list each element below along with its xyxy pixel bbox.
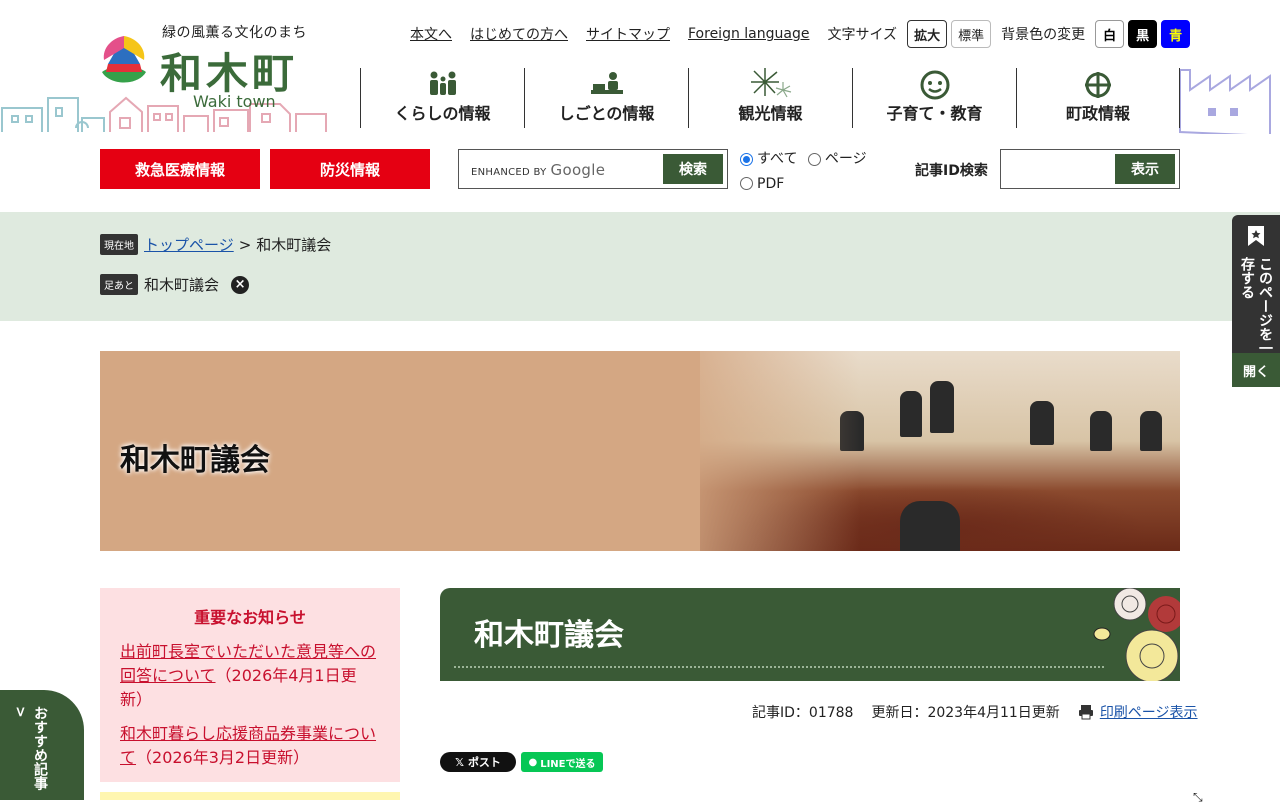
line-share-button[interactable]: ● LINEで送る — [521, 752, 603, 772]
font-enlarge-button[interactable]: 拡大 — [907, 20, 948, 48]
recommended-articles-tab[interactable]: おすすめ記事 > — [0, 690, 84, 800]
site-header: 緑の風薫る文化のまち 和木町 Waki town 本文へ はじめての方へ サイト… — [0, 0, 1280, 140]
nav-government[interactable]: 町政情報 — [1016, 68, 1180, 128]
work-desk-icon — [590, 72, 623, 94]
enhanced-by-label: ENHANCED BY — [471, 167, 547, 178]
notice-date: （2026年3月2日更新） — [136, 748, 310, 767]
font-size-label: 文字サイズ — [827, 27, 898, 43]
current-location-tag: 現在地 — [100, 234, 138, 255]
scope-page-label: ページ — [824, 151, 867, 167]
search-button[interactable]: 検索 — [663, 154, 723, 184]
nav-living-label: くらしの情報 — [394, 104, 491, 123]
nav-work[interactable]: しごとの情報 — [524, 68, 688, 128]
emergency-medical-button[interactable]: 救急医療情報 — [100, 149, 260, 189]
font-standard-button[interactable]: 標準 — [951, 20, 992, 48]
bg-color-label: 背景色の変更 — [1001, 27, 1086, 43]
bg-blue-button[interactable]: 青 — [1161, 20, 1191, 48]
open-button[interactable]: 開く — [1232, 353, 1280, 387]
skip-to-content-link[interactable]: 本文へ — [410, 24, 452, 44]
family-icon — [429, 71, 456, 95]
close-icon[interactable]: × — [231, 275, 250, 294]
utility-bar: 本文へ はじめての方へ サイトマップ Foreign language 文字サイ… — [410, 20, 1194, 48]
nav-government-label: 町政情報 — [1065, 104, 1130, 123]
updated-date: 更新日：2023年4月11日更新 — [871, 705, 1060, 721]
first-visit-link[interactable]: はじめての方へ — [470, 24, 568, 44]
logo-tagline: 緑の風薫る文化のまち — [162, 25, 307, 41]
nav-childcare[interactable]: 子育て・教育 — [852, 68, 1016, 128]
scope-all-radio[interactable]: すべて — [740, 148, 797, 170]
site-logo[interactable]: 緑の風薫る文化のまち 和木町 Waki town — [98, 20, 328, 120]
scope-all-label: すべて — [757, 151, 798, 167]
bookmark-icon — [1248, 226, 1264, 246]
x-post-button[interactable]: 𝕏 ポスト — [440, 752, 516, 772]
radio-checked-icon — [740, 152, 753, 166]
article-title: 和木町議会 — [474, 618, 624, 653]
notice-item: 出前町長室でいただいた意見等への回答について（2026年4月1日更新） — [120, 640, 380, 712]
child-face-icon — [920, 70, 949, 100]
bg-white-button[interactable]: 白 — [1095, 20, 1125, 48]
radio-icon — [807, 152, 821, 166]
radio-icon — [740, 177, 753, 190]
townscape-illustration-right — [1179, 69, 1271, 134]
notice-title: 重要なお知らせ — [194, 608, 306, 627]
flower-decoration-icon — [1093, 588, 1180, 681]
article-id: 記事ID：01788 — [752, 705, 854, 721]
nav-childcare-label: 子育て・教育 — [886, 104, 983, 123]
nav-tourism[interactable]: 観光情報 — [688, 68, 852, 128]
breadcrumb-home-link[interactable]: トップページ — [144, 234, 234, 255]
bg-black-button[interactable]: 黒 — [1128, 20, 1158, 48]
fireworks-icon — [750, 68, 791, 98]
google-label: Google — [550, 161, 606, 179]
foreign-language-link[interactable]: Foreign language — [688, 26, 809, 42]
scope-pdf-label: PDF — [757, 175, 785, 192]
breadcrumb: 現在地 トップページ > 和木町議会 — [100, 234, 331, 255]
nav-work-label: しごとの情報 — [558, 104, 655, 123]
disaster-info-button[interactable]: 防災情報 — [270, 149, 430, 189]
notice-item: 和木町暮らし応援商品券事業について（2026年3月2日更新） — [120, 722, 380, 770]
site-search: ENHANCED BY Google 検索 — [458, 149, 728, 189]
article-meta: 記事ID：01788 更新日：2023年4月11日更新 印刷ページ表示 — [752, 702, 1198, 722]
printer-icon — [1078, 705, 1093, 720]
nav-living[interactable]: くらしの情報 — [360, 68, 524, 128]
print-page-link[interactable]: 印刷ページ表示 — [1100, 702, 1198, 722]
hero-title: 和木町議会 — [120, 443, 270, 478]
nav-tourism-label: 観光情報 — [738, 104, 803, 123]
global-nav: くらしの情報 しごとの情報 観光情報 子育て・教育 町政情報 — [360, 68, 1180, 128]
hero-banner: 和木町議会 — [100, 351, 1180, 551]
scroll-indicator-icon: ⤡ — [1193, 790, 1203, 804]
recommended-label: おすすめ記事 > — [12, 706, 48, 790]
x-post-label: ポスト — [467, 756, 501, 769]
search-scope: すべて ページ PDF — [740, 148, 880, 197]
breadcrumb-band: 現在地 トップページ > 和木町議会 足あと 和木町議会 × — [0, 212, 1280, 321]
history-tag: 足あと — [100, 274, 138, 295]
breadcrumb-separator: > — [238, 235, 252, 254]
town-emblem-icon — [1085, 72, 1111, 98]
line-logo-icon: ● — [528, 756, 538, 768]
save-page-widget[interactable]: このページを一時保存する 開く — [1232, 215, 1280, 387]
scope-page-radio[interactable]: ページ — [807, 148, 867, 170]
search-input[interactable]: ENHANCED BY Google — [471, 161, 605, 179]
sitemap-link[interactable]: サイトマップ — [586, 24, 670, 44]
history-item[interactable]: 和木町議会 — [144, 274, 219, 295]
line-share-label: LINEで送る — [540, 758, 596, 770]
town-emblem-icon — [102, 36, 146, 83]
article-id-input[interactable]: 表示 — [1000, 149, 1180, 189]
article-id-show-button[interactable]: 表示 — [1115, 154, 1175, 184]
article-title-box: 和木町議会 — [440, 588, 1180, 681]
article-id-label: 記事ID検索 — [915, 163, 988, 179]
logo-english: Waki town — [193, 92, 276, 111]
scope-pdf-radio[interactable]: PDF — [740, 173, 784, 195]
next-section-edge — [100, 792, 400, 800]
x-logo-icon: 𝕏 — [455, 755, 464, 769]
breadcrumb-current: 和木町議会 — [256, 236, 332, 254]
history-trail: 足あと 和木町議会 × — [100, 274, 250, 295]
important-notice: 重要なお知らせ 出前町長室でいただいた意見等への回答について（2026年4月1日… — [100, 588, 400, 782]
